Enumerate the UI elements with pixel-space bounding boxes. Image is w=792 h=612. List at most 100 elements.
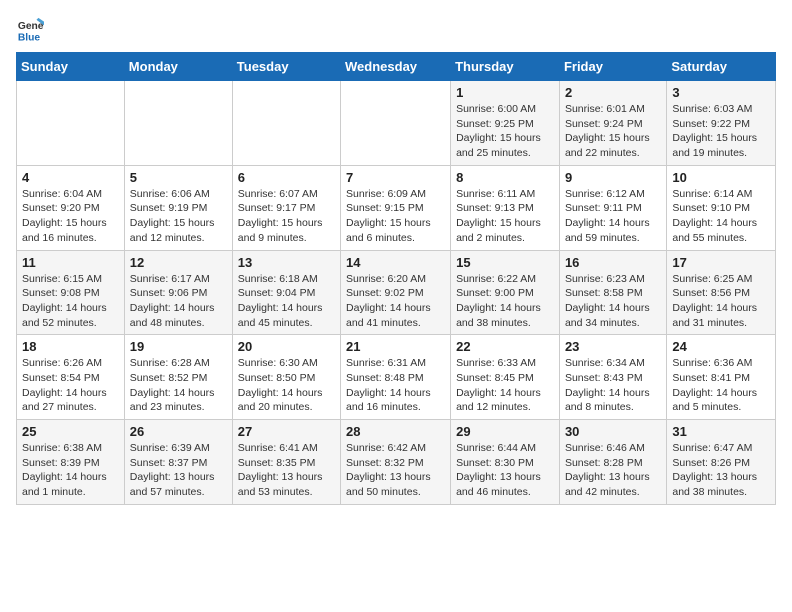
calendar-cell: 28Sunrise: 6:42 AMSunset: 8:32 PMDayligh…: [341, 420, 451, 505]
logo-icon: General Blue: [16, 16, 44, 44]
header-thursday: Thursday: [451, 53, 560, 81]
calendar-cell: 5 Sunrise: 6:06 AMSunset: 9:19 PMDaylight…: [124, 165, 232, 250]
day-info: Sunrise: 6:44 AMSunset: 8:30 PMDaylight:…: [456, 441, 554, 500]
calendar-cell: [17, 81, 125, 166]
day-number: 18: [22, 339, 119, 354]
header-tuesday: Tuesday: [232, 53, 340, 81]
header-friday: Friday: [559, 53, 666, 81]
week-row-1: 1 Sunrise: 6:00 AMSunset: 9:25 PMDaylight…: [17, 81, 776, 166]
day-info: Sunrise: 6:38 AMSunset: 8:39 PMDaylight:…: [22, 441, 119, 500]
day-number: 25: [22, 424, 119, 439]
calendar-cell: 19 Sunrise: 6:28 AMSunset: 8:52 PMDayligh…: [124, 335, 232, 420]
day-info: Sunrise: 6:17 AMSunset: 9:06 PMDaylight:…: [130, 272, 227, 331]
day-number: 16: [565, 255, 661, 270]
day-number: 7: [346, 170, 445, 185]
day-number: 10: [672, 170, 770, 185]
day-number: 24: [672, 339, 770, 354]
calendar-cell: 15 Sunrise: 6:22 AMSunset: 9:00 PMDayligh…: [451, 250, 560, 335]
header-monday: Monday: [124, 53, 232, 81]
day-number: 17: [672, 255, 770, 270]
day-number: 31: [672, 424, 770, 439]
week-row-3: 11 Sunrise: 6:15 AMSunset: 9:08 PMDayligh…: [17, 250, 776, 335]
calendar-cell: 31 Sunrise: 6:47 AMSunset: 8:26 PMDayligh…: [667, 420, 776, 505]
day-number: 5: [130, 170, 227, 185]
calendar-cell: 10 Sunrise: 6:14 AMSunset: 9:10 PMDayligh…: [667, 165, 776, 250]
calendar-cell: 12 Sunrise: 6:17 AMSunset: 9:06 PMDayligh…: [124, 250, 232, 335]
calendar-cell: 25 Sunrise: 6:38 AMSunset: 8:39 PMDayligh…: [17, 420, 125, 505]
day-number: 30: [565, 424, 661, 439]
day-number: 12: [130, 255, 227, 270]
calendar-cell: 18 Sunrise: 6:26 AMSunset: 8:54 PMDayligh…: [17, 335, 125, 420]
day-info: Sunrise: 6:12 AMSunset: 9:11 PMDaylight:…: [565, 187, 661, 246]
calendar-cell: 26 Sunrise: 6:39 AMSunset: 8:37 PMDayligh…: [124, 420, 232, 505]
day-info: Sunrise: 6:22 AMSunset: 9:00 PMDaylight:…: [456, 272, 554, 331]
calendar-cell: 1 Sunrise: 6:00 AMSunset: 9:25 PMDaylight…: [451, 81, 560, 166]
day-number: 29: [456, 424, 554, 439]
calendar-cell: 8 Sunrise: 6:11 AMSunset: 9:13 PMDaylight…: [451, 165, 560, 250]
calendar-cell: [341, 81, 451, 166]
header-sunday: Sunday: [17, 53, 125, 81]
day-number: 13: [238, 255, 335, 270]
calendar-cell: 14Sunrise: 6:20 AMSunset: 9:02 PMDayligh…: [341, 250, 451, 335]
day-info: Sunrise: 6:47 AMSunset: 8:26 PMDaylight:…: [672, 441, 770, 500]
day-info: Sunrise: 6:04 AMSunset: 9:20 PMDaylight:…: [22, 187, 119, 246]
day-number: 6: [238, 170, 335, 185]
svg-text:Blue: Blue: [18, 32, 41, 43]
header-saturday: Saturday: [667, 53, 776, 81]
day-number: 15: [456, 255, 554, 270]
calendar-cell: [124, 81, 232, 166]
calendar-cell: 17 Sunrise: 6:25 AMSunset: 8:56 PMDayligh…: [667, 250, 776, 335]
day-info: Sunrise: 6:09 AMSunset: 9:15 PMDaylight:…: [346, 187, 445, 246]
calendar-cell: 30 Sunrise: 6:46 AMSunset: 8:28 PMDayligh…: [559, 420, 666, 505]
day-number: 26: [130, 424, 227, 439]
day-info: Sunrise: 6:18 AMSunset: 9:04 PMDaylight:…: [238, 272, 335, 331]
day-number: 20: [238, 339, 335, 354]
day-number: 19: [130, 339, 227, 354]
day-info: Sunrise: 6:39 AMSunset: 8:37 PMDaylight:…: [130, 441, 227, 500]
day-number: 3: [672, 85, 770, 100]
calendar-table: SundayMondayTuesdayWednesdayThursdayFrid…: [16, 52, 776, 505]
day-number: 8: [456, 170, 554, 185]
day-number: 1: [456, 85, 554, 100]
calendar-cell: 2Sunrise: 6:01 AMSunset: 9:24 PMDaylight…: [559, 81, 666, 166]
calendar-cell: 21 Sunrise: 6:31 AMSunset: 8:48 PMDayligh…: [341, 335, 451, 420]
weekday-header-row: SundayMondayTuesdayWednesdayThursdayFrid…: [17, 53, 776, 81]
calendar-cell: 13 Sunrise: 6:18 AMSunset: 9:04 PMDayligh…: [232, 250, 340, 335]
calendar-cell: [232, 81, 340, 166]
logo: General Blue: [16, 16, 48, 44]
calendar-cell: 29 Sunrise: 6:44 AMSunset: 8:30 PMDayligh…: [451, 420, 560, 505]
day-info: Sunrise: 6:28 AMSunset: 8:52 PMDaylight:…: [130, 356, 227, 415]
day-info: Sunrise: 6:36 AMSunset: 8:41 PMDaylight:…: [672, 356, 770, 415]
header-wednesday: Wednesday: [341, 53, 451, 81]
calendar-cell: 9 Sunrise: 6:12 AMSunset: 9:11 PMDaylight…: [559, 165, 666, 250]
day-info: Sunrise: 6:46 AMSunset: 8:28 PMDaylight:…: [565, 441, 661, 500]
day-info: Sunrise: 6:06 AMSunset: 9:19 PMDaylight:…: [130, 187, 227, 246]
week-row-5: 25 Sunrise: 6:38 AMSunset: 8:39 PMDayligh…: [17, 420, 776, 505]
day-info: Sunrise: 6:25 AMSunset: 8:56 PMDaylight:…: [672, 272, 770, 331]
day-number: 27: [238, 424, 335, 439]
day-info: Sunrise: 6:33 AMSunset: 8:45 PMDaylight:…: [456, 356, 554, 415]
week-row-2: 4Sunrise: 6:04 AMSunset: 9:20 PMDaylight…: [17, 165, 776, 250]
calendar-cell: 4Sunrise: 6:04 AMSunset: 9:20 PMDaylight…: [17, 165, 125, 250]
svg-text:General: General: [18, 21, 44, 32]
calendar-cell: 11 Sunrise: 6:15 AMSunset: 9:08 PMDayligh…: [17, 250, 125, 335]
day-number: 28: [346, 424, 445, 439]
day-number: 9: [565, 170, 661, 185]
day-number: 11: [22, 255, 119, 270]
day-info: Sunrise: 6:31 AMSunset: 8:48 PMDaylight:…: [346, 356, 445, 415]
day-info: Sunrise: 6:07 AMSunset: 9:17 PMDaylight:…: [238, 187, 335, 246]
day-info: Sunrise: 6:00 AMSunset: 9:25 PMDaylight:…: [456, 102, 554, 161]
day-info: Sunrise: 6:26 AMSunset: 8:54 PMDaylight:…: [22, 356, 119, 415]
day-info: Sunrise: 6:23 AMSunset: 8:58 PMDaylight:…: [565, 272, 661, 331]
day-info: Sunrise: 6:30 AMSunset: 8:50 PMDaylight:…: [238, 356, 335, 415]
day-info: Sunrise: 6:15 AMSunset: 9:08 PMDaylight:…: [22, 272, 119, 331]
day-info: Sunrise: 6:34 AMSunset: 8:43 PMDaylight:…: [565, 356, 661, 415]
day-number: 21: [346, 339, 445, 354]
calendar-cell: 3Sunrise: 6:03 AMSunset: 9:22 PMDaylight…: [667, 81, 776, 166]
calendar-cell: 16 Sunrise: 6:23 AMSunset: 8:58 PMDayligh…: [559, 250, 666, 335]
day-info: Sunrise: 6:41 AMSunset: 8:35 PMDaylight:…: [238, 441, 335, 500]
day-info: Sunrise: 6:14 AMSunset: 9:10 PMDaylight:…: [672, 187, 770, 246]
day-number: 23: [565, 339, 661, 354]
day-info: Sunrise: 6:11 AMSunset: 9:13 PMDaylight:…: [456, 187, 554, 246]
calendar-cell: 20 Sunrise: 6:30 AMSunset: 8:50 PMDayligh…: [232, 335, 340, 420]
